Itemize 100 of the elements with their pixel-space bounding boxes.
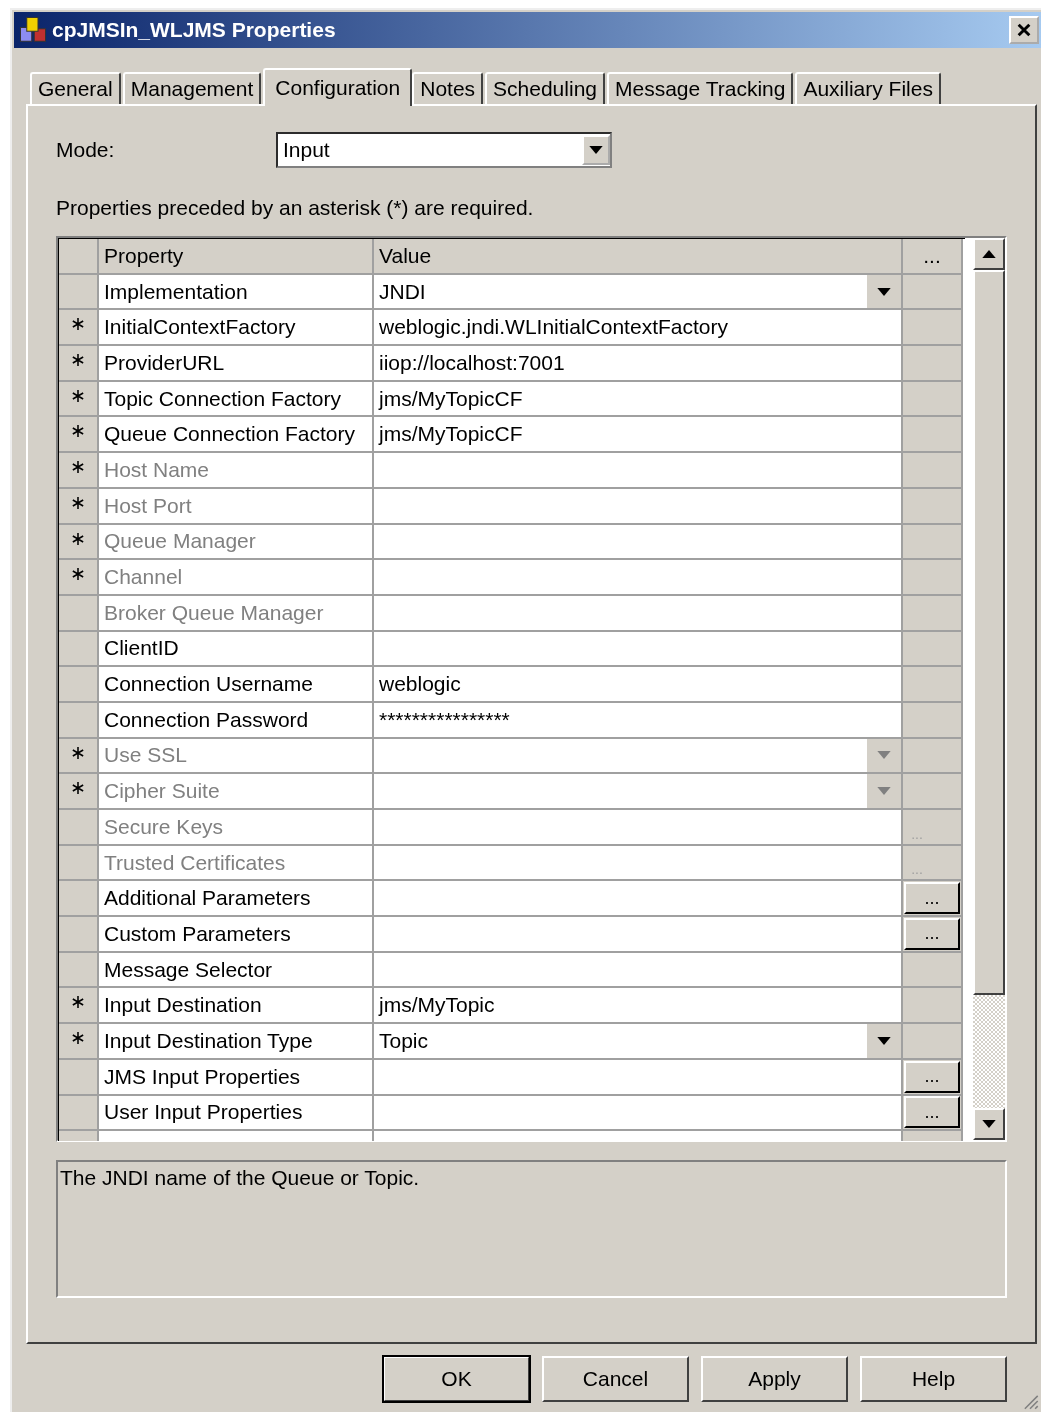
property-name: Additional Parameters [99,881,374,918]
value-field[interactable]: weblogic.jndi.WLInitialContextFactory [374,310,903,347]
ellipsis-button[interactable]: ... [904,1096,960,1129]
property-name: Connection Password [99,702,374,739]
property-name: Custom Parameters [99,917,374,953]
value-dropdown[interactable]: JNDI [374,274,903,311]
value-field[interactable] [374,524,903,561]
tab[interactable]: Auxiliary Files [795,72,941,104]
scrollbar[interactable] [973,238,1005,1140]
scroll-up-icon [982,250,996,258]
value-field[interactable]: jms/MyTopicCF [374,417,903,454]
value-dropdown[interactable] [374,738,903,775]
close-icon [1016,22,1032,38]
ellipsis-button[interactable]: ... [904,1060,960,1093]
dropdown-arrow-icon [877,1036,891,1045]
corner-cell [59,239,99,275]
asterisk-icon [72,532,84,545]
tab[interactable]: Message Tracking [607,72,794,104]
value-field[interactable] [374,488,903,525]
property-name: Connection Username [99,667,374,703]
button-column-cell [903,738,963,775]
value-field[interactable] [374,1095,903,1132]
property-name: Input Destination Type [99,1024,374,1060]
property-name: Input Destination [99,988,374,1025]
asterisk-icon [72,425,84,438]
value-field[interactable] [374,560,903,596]
scroll-down-icon [982,1120,996,1128]
asterisk-icon [72,746,84,759]
column-header: Property [99,239,374,275]
ellipsis-button[interactable]: ... [904,882,960,915]
tab[interactable]: Management [122,72,262,104]
value-field[interactable] [374,595,903,632]
value-field[interactable] [374,453,903,489]
dropdown-arrow-icon [589,146,603,154]
asterisk-icon [72,354,84,367]
tab[interactable]: Scheduling [485,72,605,104]
dropdown-button[interactable] [867,1024,901,1058]
column-header: ... [903,239,963,275]
scroll-down-button[interactable] [973,1108,1005,1140]
button-column-cell [903,595,963,632]
button-column-cell [903,310,963,347]
dropdown-button[interactable] [582,135,610,165]
value-dropdown[interactable]: Topic [374,1024,903,1060]
property-name: ProviderURL [99,346,374,382]
dialog-button[interactable]: Apply [701,1356,848,1402]
button-column-cell [903,381,963,418]
dialog-button[interactable]: Cancel [542,1356,689,1402]
mode-dropdown[interactable]: Input [276,132,612,168]
button-column-cell [903,560,963,596]
required-note: Properties preceded by an asterisk (*) are required. [56,196,535,220]
ellipsis-button[interactable]: ... [904,917,960,950]
button-column-cell [903,631,963,668]
property-name: Cipher Suite [99,774,374,810]
close-button[interactable] [1009,16,1039,44]
mode-label: Mode: [56,138,116,162]
value-dropdown[interactable] [374,774,903,810]
button-column-cell [903,524,963,561]
dropdown-arrow-icon [877,787,891,796]
property-name: Channel [99,560,374,596]
value-field[interactable] [374,917,903,953]
tab[interactable]: Configuration [263,68,413,106]
asterisk-icon [72,782,84,795]
value-field[interactable]: iiop://localhost:7001 [374,346,903,382]
value-field[interactable]: **************** [374,702,903,739]
value-field[interactable] [374,845,903,882]
property-name: Host Port [99,488,374,525]
button-column-cell [903,346,963,382]
property-name: Queue Manager [99,524,374,561]
button-column-cell [903,453,963,489]
asterisk-icon [72,496,84,509]
value-field[interactable]: weblogic [374,667,903,703]
dialog-button[interactable]: OK [383,1356,530,1402]
property-name: Topic Connection Factory [99,381,374,418]
scroll-up-button[interactable] [973,238,1005,270]
value-field[interactable] [374,631,903,668]
property-name: Host Name [99,453,374,489]
button-column-cell [903,702,963,739]
property-name: User Input Properties [99,1095,374,1132]
property-name: Queue Connection Factory [99,417,374,454]
value-field[interactable]: jms/MyTopicCF [374,381,903,418]
dialog-button[interactable]: Help [860,1356,1007,1402]
value-field[interactable] [374,952,903,989]
scroll-thumb[interactable] [973,270,1005,995]
button-column-cell [903,488,963,525]
value-field[interactable]: jms/MyTopic [374,988,903,1025]
property-name: Trusted Certificates [99,845,374,882]
window-title: cpJMSIn_WLJMS Properties [52,18,337,42]
value-field[interactable] [374,1059,903,1096]
property-name: ClientID [99,631,374,668]
tab[interactable]: Notes [412,72,484,104]
value-field[interactable] [374,810,903,846]
asterisk-icon [72,389,84,402]
asterisk-icon [72,996,84,1009]
value-field[interactable] [374,881,903,918]
button-column-cell [903,417,963,454]
asterisk-icon [72,318,84,331]
tab[interactable]: General [30,72,121,104]
property-name: Implementation [99,274,374,311]
dropdown-arrow-icon [877,287,891,296]
dropdown-button[interactable] [867,274,901,309]
